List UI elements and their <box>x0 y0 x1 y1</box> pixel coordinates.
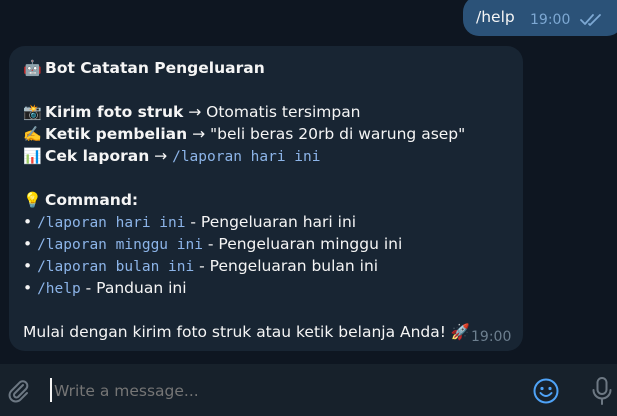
command-item: • /help - Panduan ini <box>23 279 187 297</box>
footer-line: Mulai dengan kirim foto struk atau ketik… <box>23 323 471 341</box>
writing-hand-icon: ✍️ <box>23 125 42 143</box>
outgoing-message-time: 19:00 <box>530 12 571 28</box>
microphone-icon[interactable] <box>589 375 615 407</box>
outgoing-message[interactable]: /help 19:00 <box>463 0 617 36</box>
camera-icon: 📸 <box>23 103 42 121</box>
double-check-icon <box>580 14 601 26</box>
command-item: • /laporan hari ini - Pengeluaran hari i… <box>23 213 357 231</box>
message-title: 🤖 Bot Catatan Pengeluaran <box>23 59 265 77</box>
incoming-message[interactable]: 🤖 Bot Catatan Pengeluaran 📸 Kirim foto str… <box>9 46 523 351</box>
robot-icon: 🤖 <box>23 59 42 77</box>
command-link[interactable]: /laporan hari ini <box>172 149 320 165</box>
command-link[interactable]: /laporan minggu ini <box>37 237 203 253</box>
command-item: • /laporan bulan ini - Pengeluaran bulan… <box>23 257 379 275</box>
message-input[interactable] <box>54 379 514 403</box>
feature-line-report: 📊 Cek laporan → /laporan hari ini <box>23 147 321 165</box>
chat-history: /help 19:00 🤖 Bot Catatan Pengeluaran 📸 Ki… <box>0 0 617 364</box>
paperclip-icon[interactable] <box>6 378 32 404</box>
bar-chart-icon: 📊 <box>23 147 42 165</box>
message-composer <box>0 364 617 416</box>
command-item: • /laporan minggu ini - Pengeluaran ming… <box>23 235 403 253</box>
smiley-icon[interactable] <box>532 377 560 405</box>
command-link[interactable]: /help <box>37 281 81 297</box>
light-bulb-icon: 💡 <box>23 191 42 209</box>
outgoing-message-text: /help <box>476 8 515 26</box>
text-caret <box>50 378 52 402</box>
feature-line-type: ✍️ Ketik pembelian → "beli beras 20rb di … <box>23 125 466 143</box>
incoming-message-time: 19:00 <box>471 329 512 345</box>
command-link[interactable]: /laporan hari ini <box>37 215 185 231</box>
command-link[interactable]: /laporan bulan ini <box>37 259 194 275</box>
rocket-icon: 🚀 <box>450 323 471 341</box>
command-header: 💡 Command: <box>23 191 139 209</box>
feature-line-photo: 📸 Kirim foto struk → Otomatis tersimpan <box>23 103 361 121</box>
